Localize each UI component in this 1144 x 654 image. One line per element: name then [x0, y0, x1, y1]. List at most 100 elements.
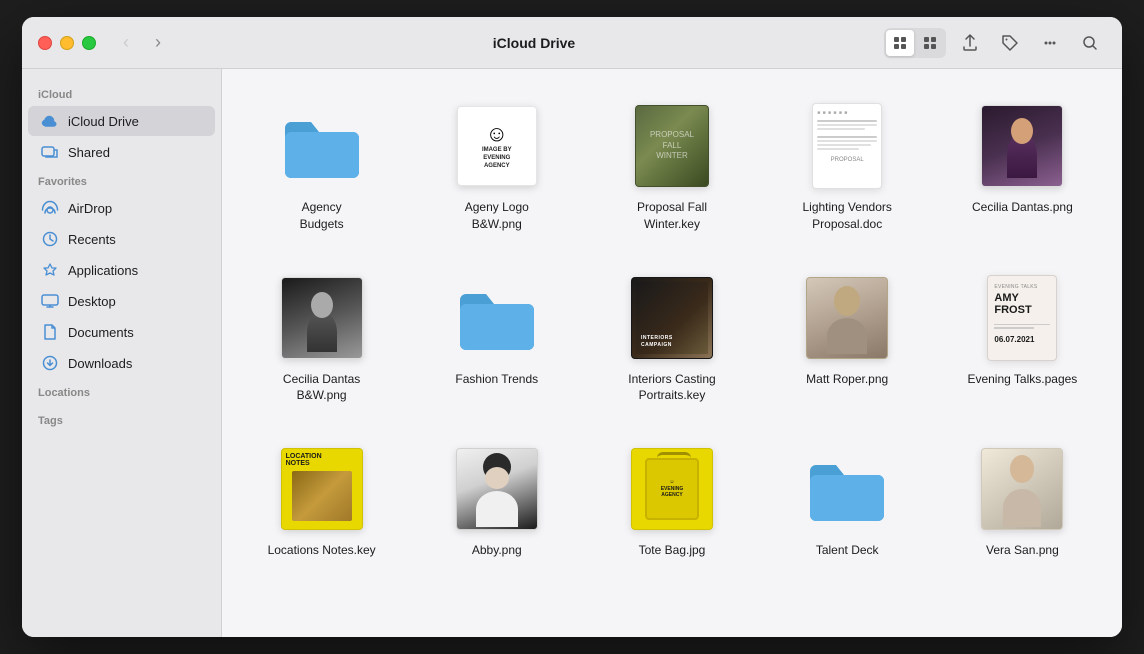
- file-item-proposal-fall[interactable]: PROPOSALFALLWINTER Proposal Fall Winter.…: [592, 93, 751, 241]
- file-thumb: [977, 101, 1067, 191]
- file-thumb: Evening Talks AMYFROST 06.07.2021: [977, 273, 1067, 363]
- file-name: Locations Notes.key: [268, 542, 376, 559]
- sidebar-item-airdrop[interactable]: AirDrop: [28, 193, 215, 223]
- desktop-label: Desktop: [68, 294, 116, 309]
- downloads-icon: [40, 353, 60, 373]
- file-item-cecilia-bw[interactable]: Cecilia Dantas B&W.png: [242, 265, 401, 413]
- tags-section-label: Tags: [22, 407, 221, 431]
- file-item-agency-budgets[interactable]: Agency Budgets: [242, 93, 401, 241]
- share-button[interactable]: [954, 27, 986, 59]
- titlebar: ‹ › iCloud Drive: [22, 17, 1122, 69]
- file-thumb: [802, 273, 892, 363]
- file-grid: Agency Budgets ☺ IMAGE BYEVENINGAGENCY A…: [242, 93, 1102, 567]
- matt-roper-image: [806, 277, 888, 359]
- back-button[interactable]: ‹: [112, 29, 140, 57]
- file-name: Talent Deck: [816, 542, 879, 559]
- file-item-talent-deck[interactable]: Talent Deck: [768, 436, 927, 567]
- desktop-icon: [40, 291, 60, 311]
- icloud-section-label: iCloud: [22, 81, 221, 105]
- location-notes-image: LOCATIONNOTES: [281, 448, 363, 530]
- file-thumb: [452, 444, 542, 534]
- forward-button[interactable]: ›: [144, 29, 172, 57]
- file-item-cecilia-color[interactable]: Cecilia Dantas.png: [943, 93, 1102, 241]
- sidebar-item-applications[interactable]: Applications: [28, 255, 215, 285]
- traffic-lights: [38, 36, 96, 50]
- applications-label: Applications: [68, 263, 138, 278]
- file-item-evening-talks[interactable]: Evening Talks AMYFROST 06.07.2021 Evenin…: [943, 265, 1102, 413]
- file-name: Lighting Vendors Proposal.doc: [792, 199, 902, 233]
- file-item-lighting-vendors[interactable]: ■ ■ ■ ■ ■ ■ PROPOSAL: [768, 93, 927, 241]
- file-thumb: INTERIORSCAMPAIGN: [627, 273, 717, 363]
- tote-bag-image: ☺EVENINGAGENCY: [631, 448, 713, 530]
- file-name: Ageny Logo B&W.png: [442, 199, 552, 233]
- documents-icon: [40, 322, 60, 342]
- file-item-tote-bag[interactable]: ☺EVENINGAGENCY Tote Bag.jpg: [592, 436, 751, 567]
- content-area: Agency Budgets ☺ IMAGE BYEVENINGAGENCY A…: [222, 69, 1122, 637]
- file-item-location-notes[interactable]: LOCATIONNOTES Locations Notes.key: [242, 436, 401, 567]
- maximize-button[interactable]: [82, 36, 96, 50]
- icloud-drive-label: iCloud Drive: [68, 114, 139, 129]
- file-thumb: ☺EVENINGAGENCY: [627, 444, 717, 534]
- evening-image: Evening Talks AMYFROST 06.07.2021: [987, 275, 1057, 361]
- file-name: Interiors Casting Portraits.key: [617, 371, 727, 405]
- cecilia-bw-image: [281, 277, 363, 359]
- cecilia-color-image: [981, 105, 1063, 187]
- vera-san-image: [981, 448, 1063, 530]
- airdrop-icon: [40, 198, 60, 218]
- file-item-agency-logo[interactable]: ☺ IMAGE BYEVENINGAGENCY Ageny Logo B&W.p…: [417, 93, 576, 241]
- file-item-vera-san[interactable]: Vera San.png: [943, 436, 1102, 567]
- recents-label: Recents: [68, 232, 116, 247]
- file-name: Matt Roper.png: [806, 371, 888, 388]
- file-item-matt-roper[interactable]: Matt Roper.png: [768, 265, 927, 413]
- more-button[interactable]: [1034, 27, 1066, 59]
- sidebar: iCloud iCloud Drive Shared: [22, 69, 222, 637]
- file-item-interiors-casting[interactable]: INTERIORSCAMPAIGN Interiors Casting Port…: [592, 265, 751, 413]
- documents-label: Documents: [68, 325, 134, 340]
- file-item-fashion-trends[interactable]: Fashion Trends: [417, 265, 576, 413]
- sidebar-item-desktop[interactable]: Desktop: [28, 286, 215, 316]
- cloud-icon: [40, 111, 60, 131]
- shared-label: Shared: [68, 145, 110, 160]
- sidebar-item-icloud-drive[interactable]: iCloud Drive: [28, 106, 215, 136]
- file-name: Abby.png: [472, 542, 522, 559]
- shared-icon: [40, 142, 60, 162]
- sidebar-item-recents[interactable]: Recents: [28, 224, 215, 254]
- file-name: Evening Talks.pages: [967, 371, 1077, 388]
- locations-section-label: Locations: [22, 379, 221, 403]
- file-thumb: [277, 101, 367, 191]
- file-thumb: [277, 273, 367, 363]
- file-name: Agency Budgets: [300, 199, 344, 233]
- interiors-image: INTERIORSCAMPAIGN: [631, 277, 713, 359]
- file-name: Fashion Trends: [455, 371, 538, 388]
- sidebar-item-documents[interactable]: Documents: [28, 317, 215, 347]
- grid-view-button[interactable]: [886, 30, 914, 56]
- file-name: Tote Bag.jpg: [639, 542, 706, 559]
- file-thumb: LOCATIONNOTES: [277, 444, 367, 534]
- proposal-image: ■ ■ ■ ■ ■ ■ PROPOSAL: [812, 103, 882, 189]
- file-thumb: [452, 273, 542, 363]
- sidebar-item-shared[interactable]: Shared: [28, 137, 215, 167]
- abby-image: [456, 448, 538, 530]
- window-title: iCloud Drive: [184, 35, 884, 51]
- view-toggle: [884, 28, 946, 58]
- file-name: Cecilia Dantas B&W.png: [267, 371, 377, 405]
- sort-view-button[interactable]: [916, 30, 944, 56]
- search-button[interactable]: [1074, 27, 1106, 59]
- nav-buttons: ‹ ›: [112, 29, 172, 57]
- file-item-abby[interactable]: Abby.png: [417, 436, 576, 567]
- close-button[interactable]: [38, 36, 52, 50]
- file-thumb: PROPOSALFALLWINTER: [627, 101, 717, 191]
- minimize-button[interactable]: [60, 36, 74, 50]
- file-thumb: ■ ■ ■ ■ ■ ■ PROPOSAL: [802, 101, 892, 191]
- downloads-label: Downloads: [68, 356, 132, 371]
- agency-logo-image: ☺ IMAGE BYEVENINGAGENCY: [457, 106, 537, 186]
- favorites-section-label: Favorites: [22, 168, 221, 192]
- sidebar-item-downloads[interactable]: Downloads: [28, 348, 215, 378]
- recents-icon: [40, 229, 60, 249]
- file-thumb: [977, 444, 1067, 534]
- applications-icon: [40, 260, 60, 280]
- tag-button[interactable]: [994, 27, 1026, 59]
- toolbar-right: [884, 27, 1106, 59]
- airdrop-label: AirDrop: [68, 201, 112, 216]
- file-thumb: ☺ IMAGE BYEVENINGAGENCY: [452, 101, 542, 191]
